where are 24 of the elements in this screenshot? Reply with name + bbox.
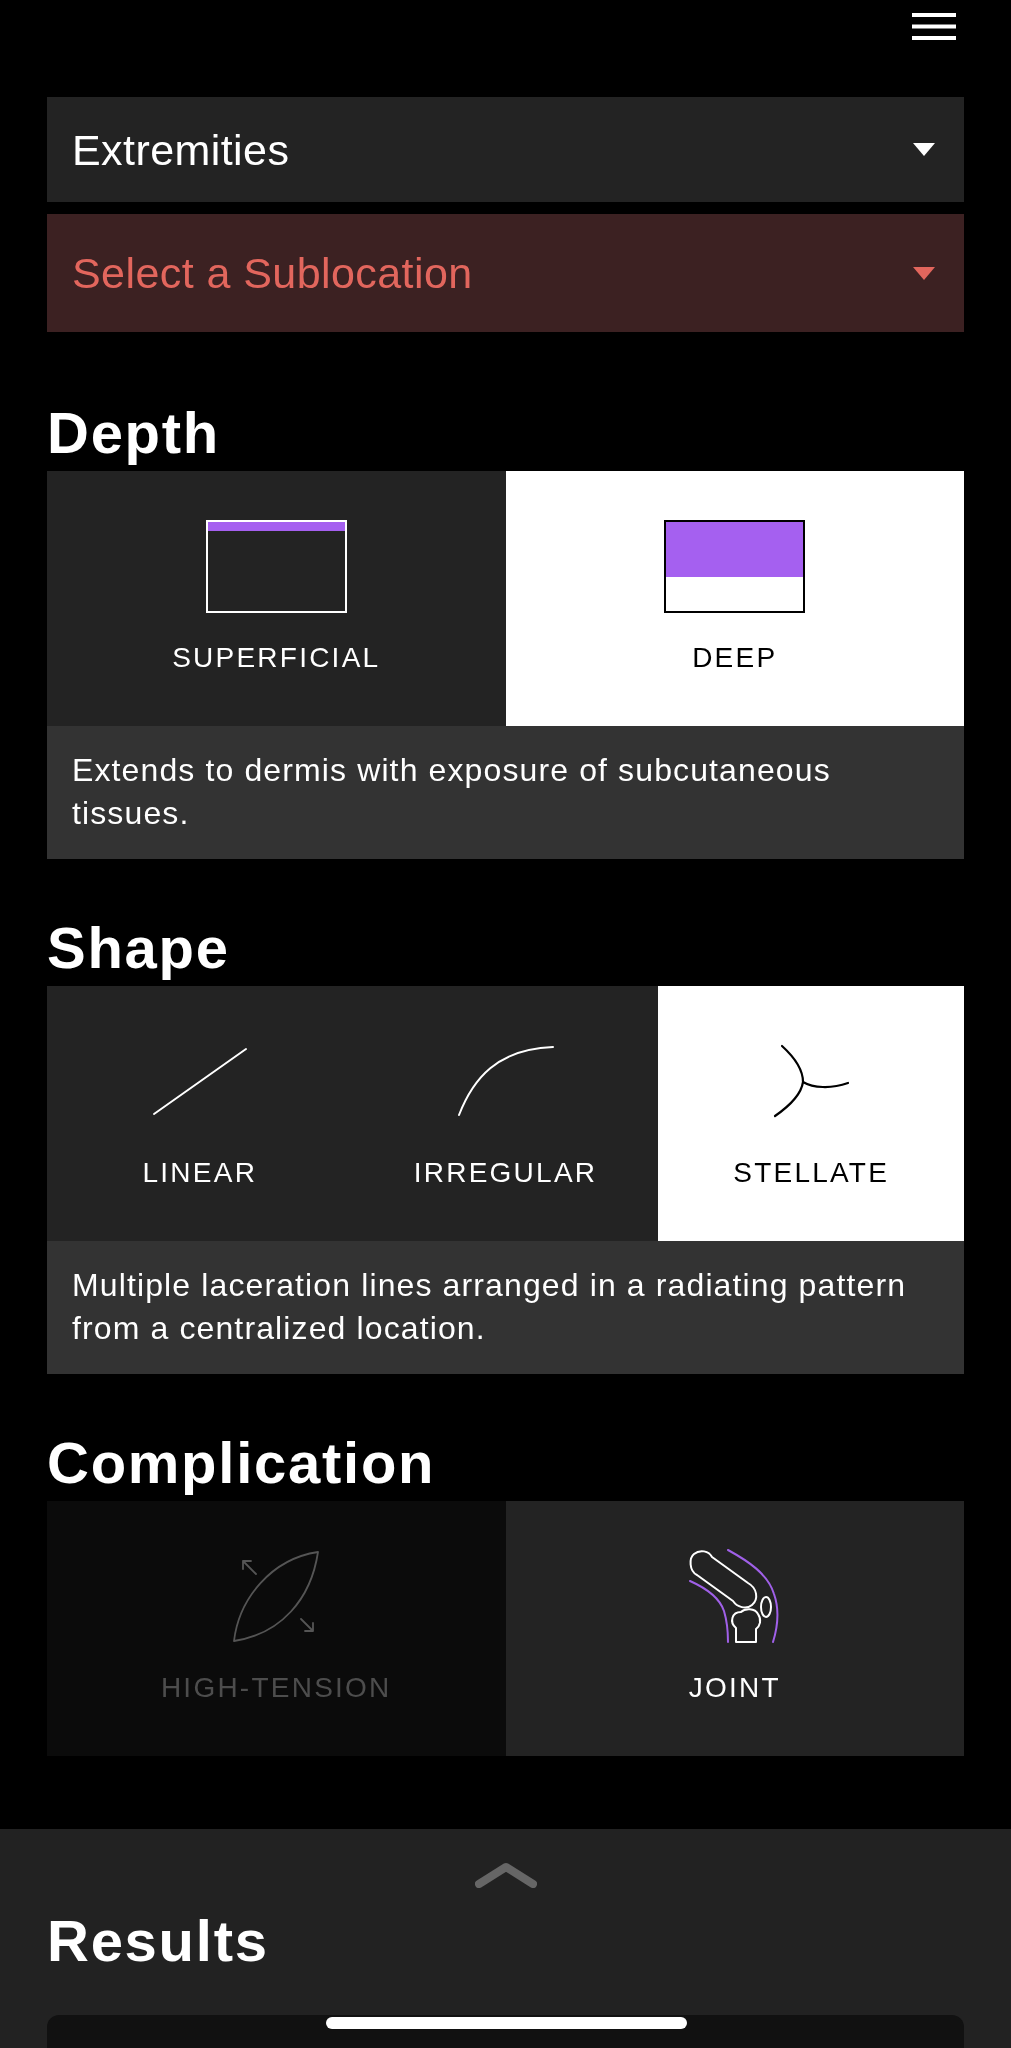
section-title: Shape (47, 915, 231, 980)
straight-line-icon (151, 1046, 248, 1116)
menu-icon[interactable] (912, 13, 956, 40)
caret-icon (913, 143, 935, 156)
branching-line-icon (772, 1044, 850, 1118)
chevron-up-icon[interactable] (474, 1862, 537, 1888)
option-tile[interactable]: STELLATE (658, 986, 964, 1241)
option-description: Multiple laceration lines arranged in a radiating pattern from a centralized location. (47, 1241, 964, 1374)
option-tile[interactable]: SUPERFICIAL (47, 471, 506, 726)
thick-layer-icon (664, 519, 806, 613)
lens-arrows-icon (231, 1549, 322, 1643)
select-field[interactable]: Select a Sublocation (47, 214, 964, 332)
curved-line-icon (456, 1045, 555, 1117)
option-description: Extends to dermis with exposure of subcutaneous tissues. (47, 726, 964, 859)
caret-icon (913, 266, 935, 280)
section-title: Complication (47, 1430, 437, 1495)
option-tile[interactable]: JOINT (505, 1501, 964, 1756)
thin-layer-icon (205, 519, 347, 613)
option-tile[interactable]: LINEAR (47, 986, 353, 1241)
section-title: Depth (47, 400, 221, 465)
sheet-title: Results (46, 1908, 270, 1973)
option-tile[interactable]: DEEP (505, 471, 964, 726)
option-tile[interactable]: IRREGULAR (352, 986, 659, 1241)
select-field[interactable]: Extremities (47, 97, 964, 202)
